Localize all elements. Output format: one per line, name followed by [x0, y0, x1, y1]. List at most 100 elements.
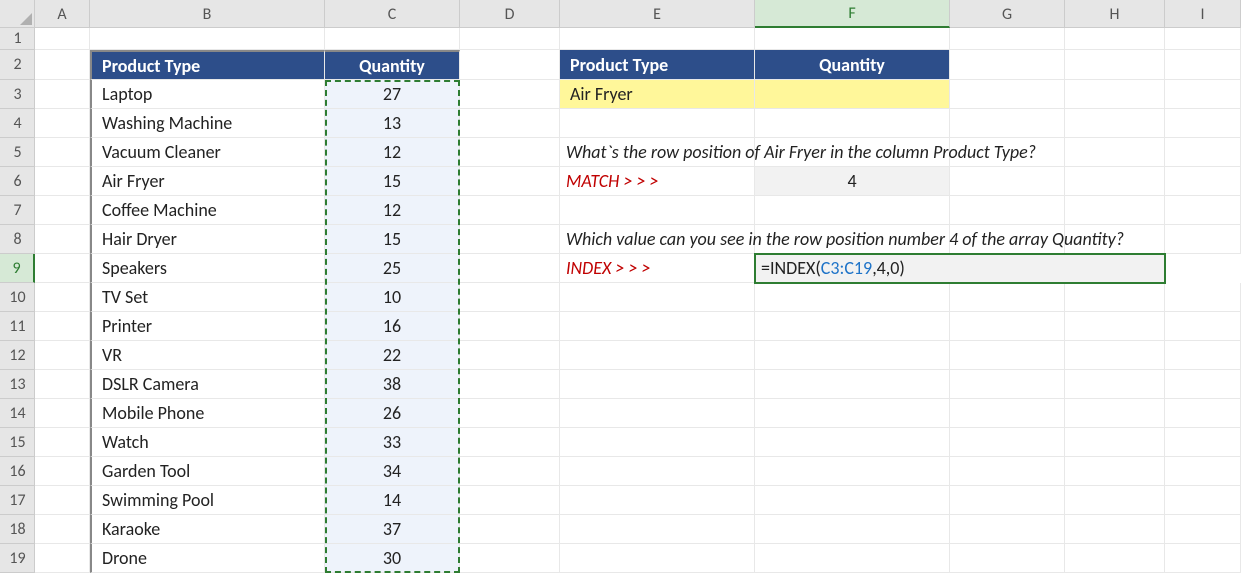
cell-D4[interactable]	[460, 109, 560, 138]
cell-I13[interactable]	[1165, 370, 1241, 399]
col-header-D[interactable]: D	[460, 0, 560, 28]
cell-A2[interactable]	[35, 50, 90, 80]
table1-product-row[interactable]: Air Fryer	[90, 167, 325, 196]
cell-A15[interactable]	[35, 428, 90, 457]
cell-E13[interactable]	[560, 370, 755, 399]
table1-quantity-row[interactable]: 13	[325, 109, 460, 138]
cell-D7[interactable]	[460, 196, 560, 225]
cell-G6[interactable]	[950, 167, 1065, 196]
cell-F12[interactable]	[755, 341, 950, 370]
table1-quantity-row[interactable]: 27	[325, 80, 460, 109]
cell-A1[interactable]	[35, 28, 90, 50]
cell-G16[interactable]	[950, 457, 1065, 486]
table1-product-row[interactable]: Mobile Phone	[90, 399, 325, 428]
cell-F17[interactable]	[755, 486, 950, 515]
cell-E7[interactable]	[560, 196, 755, 225]
cell-F13[interactable]	[755, 370, 950, 399]
cell-H1[interactable]	[1065, 28, 1165, 50]
row-header-5[interactable]: 5	[0, 138, 35, 167]
lookup-header-product[interactable]: Product Type	[560, 50, 755, 80]
row-header-8[interactable]: 8	[0, 225, 35, 254]
table1-product-row[interactable]: Garden Tool	[90, 457, 325, 486]
table1-quantity-row[interactable]: 38	[325, 370, 460, 399]
cell-A3[interactable]	[35, 80, 90, 109]
cell-A13[interactable]	[35, 370, 90, 399]
cell-H11[interactable]	[1065, 312, 1165, 341]
cell-D6[interactable]	[460, 167, 560, 196]
row-header-13[interactable]: 13	[0, 370, 35, 399]
row-header-9[interactable]: 9	[0, 254, 35, 283]
table1-quantity-row[interactable]: 26	[325, 399, 460, 428]
col-header-I[interactable]: I	[1165, 0, 1241, 28]
table1-quantity-row[interactable]: 25	[325, 254, 460, 283]
cell-grid[interactable]: Product TypeQuantityProduct TypeQuantity…	[35, 28, 1241, 573]
table1-product-row[interactable]: Hair Dryer	[90, 225, 325, 254]
cell-I2[interactable]	[1165, 50, 1241, 80]
row-header-10[interactable]: 10	[0, 283, 35, 312]
column-headers[interactable]: ABCDEFGHI	[35, 0, 1241, 28]
cell-D14[interactable]	[460, 399, 560, 428]
cell-G17[interactable]	[950, 486, 1065, 515]
table1-product-row[interactable]: VR	[90, 341, 325, 370]
table1-product-row[interactable]: Drone	[90, 544, 325, 573]
cell-E1[interactable]	[560, 28, 755, 50]
cell-I17[interactable]	[1165, 486, 1241, 515]
cell-D17[interactable]	[460, 486, 560, 515]
table1-quantity-row[interactable]: 34	[325, 457, 460, 486]
cell-H15[interactable]	[1065, 428, 1165, 457]
index-formula-cell[interactable]: =INDEX(C3:C19,4,0)	[755, 254, 1165, 283]
table1-product-row[interactable]: Washing Machine	[90, 109, 325, 138]
cell-H7[interactable]	[1065, 196, 1165, 225]
cell-I6[interactable]	[1165, 167, 1241, 196]
cell-F16[interactable]	[755, 457, 950, 486]
row-header-17[interactable]: 17	[0, 486, 35, 515]
cell-E12[interactable]	[560, 341, 755, 370]
cell-A7[interactable]	[35, 196, 90, 225]
cell-E18[interactable]	[560, 515, 755, 544]
cell-E16[interactable]	[560, 457, 755, 486]
cell-G7[interactable]	[950, 196, 1065, 225]
cell-E10[interactable]	[560, 283, 755, 312]
cell-A12[interactable]	[35, 341, 90, 370]
cell-A5[interactable]	[35, 138, 90, 167]
question1-text[interactable]: What`s the row position of Air Fryer in …	[560, 138, 755, 167]
table1-product-row[interactable]: Vacuum Cleaner	[90, 138, 325, 167]
table1-product-row[interactable]: TV Set	[90, 283, 325, 312]
cell-H17[interactable]	[1065, 486, 1165, 515]
cell-I4[interactable]	[1165, 109, 1241, 138]
col-header-A[interactable]: A	[35, 0, 90, 28]
cell-D11[interactable]	[460, 312, 560, 341]
cell-H12[interactable]	[1065, 341, 1165, 370]
cell-I12[interactable]	[1165, 341, 1241, 370]
row-header-12[interactable]: 12	[0, 341, 35, 370]
table1-quantity-row[interactable]: 22	[325, 341, 460, 370]
cell-E11[interactable]	[560, 312, 755, 341]
cell-F7[interactable]	[755, 196, 950, 225]
cell-I18[interactable]	[1165, 515, 1241, 544]
cell-G13[interactable]	[950, 370, 1065, 399]
row-header-4[interactable]: 4	[0, 109, 35, 138]
cell-D10[interactable]	[460, 283, 560, 312]
select-all-corner[interactable]	[0, 0, 35, 28]
table1-product-row[interactable]: Speakers	[90, 254, 325, 283]
cell-G19[interactable]	[950, 544, 1065, 573]
col-header-F[interactable]: F	[755, 0, 950, 28]
cell-F14[interactable]	[755, 399, 950, 428]
row-header-15[interactable]: 15	[0, 428, 35, 457]
cell-I16[interactable]	[1165, 457, 1241, 486]
cell-D9[interactable]	[460, 254, 560, 283]
cell-I14[interactable]	[1165, 399, 1241, 428]
table1-product-row[interactable]: Karaoke	[90, 515, 325, 544]
col-header-B[interactable]: B	[90, 0, 325, 28]
row-header-6[interactable]: 6	[0, 167, 35, 196]
cell-F10[interactable]	[755, 283, 950, 312]
row-header-19[interactable]: 19	[0, 544, 35, 573]
cell-D5[interactable]	[460, 138, 560, 167]
col-header-G[interactable]: G	[950, 0, 1065, 28]
row-header-3[interactable]: 3	[0, 80, 35, 109]
match-result[interactable]: 4	[755, 167, 950, 196]
cell-I3[interactable]	[1165, 80, 1241, 109]
cell-C1[interactable]	[325, 28, 460, 50]
cell-I15[interactable]	[1165, 428, 1241, 457]
cell-A9[interactable]	[35, 254, 90, 283]
